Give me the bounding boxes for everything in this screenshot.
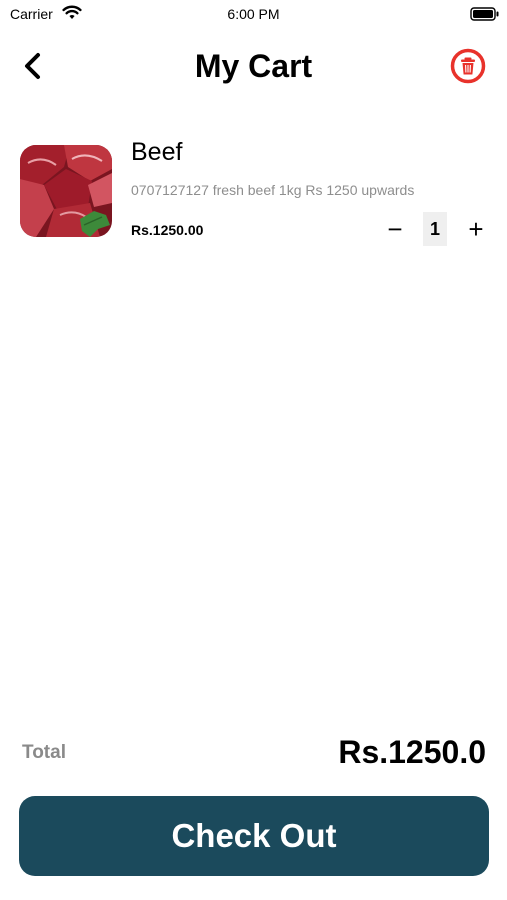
clock-time: 6:00 PM [227,6,280,22]
total-value: Rs.1250.0 [338,734,486,770]
top-navigation: My Cart [0,40,507,92]
quantity-value: 1 [423,212,447,246]
checkout-button[interactable]: Check Out [19,796,489,876]
page-title: My Cart [194,48,313,84]
clear-cart-button[interactable] [450,48,486,84]
total-label: Total [22,742,66,763]
status-bar: Carrier 6:00 PM [0,0,507,28]
beef-image [20,145,112,237]
item-name: Beef [131,138,183,166]
decrease-quantity-button[interactable]: − [383,214,407,244]
item-description: 0707127127 fresh beef 1kg Rs 1250 upward… [131,182,415,198]
item-price: Rs.1250.00 [131,222,204,238]
battery-icon [470,7,500,26]
increase-quantity-button[interactable]: + [464,214,488,244]
trash-icon [450,48,486,84]
cart-item: Beef 0707127127 fresh beef 1kg Rs 1250 u… [0,132,507,252]
